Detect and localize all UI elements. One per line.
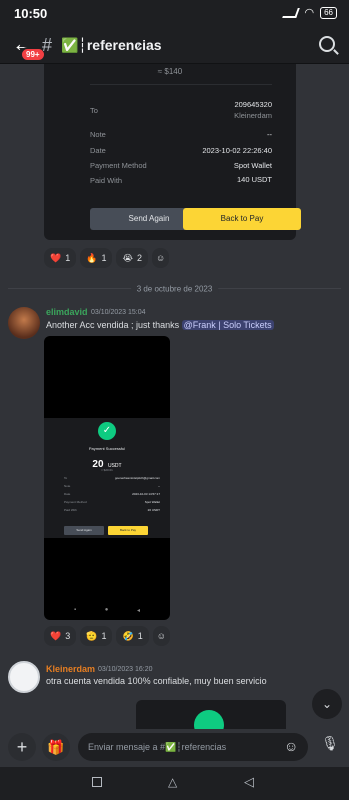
recent-apps-icon: ▪ [74,607,77,613]
status-icons: ◠ 66 [282,6,337,19]
message-list[interactable]: ≈ $140 To 209645320 Kleinerdam Note -- Da… [0,64,349,729]
channel-header: ← 99+ # ✅┆referencias › [0,26,349,64]
channel-title[interactable]: ✅┆referencias [61,37,162,54]
reaction-fire[interactable]: 🔥 1 [80,248,113,268]
reaction-crying[interactable]: 😭 2 [116,248,149,268]
reaction-rofl[interactable]: 🤣 1 [116,626,149,646]
composer: + 🎁 Enviar mensaje a #✅┆referencias ☺ 🎙 [0,729,349,767]
receipt-row-method: Payment Method Spot Wallet [90,161,272,170]
receipt-row-paid: Paid With 140 USDT [90,175,272,185]
receipt-image-bottom[interactable] [136,700,286,729]
gift-icon: 🎁 [47,739,65,755]
plus-icon: + [16,737,28,757]
signal-icon [282,7,301,18]
add-reaction-icon: ☺ [156,253,166,263]
message-input[interactable]: Enviar mensaje a #✅┆referencias [78,733,308,761]
receipt-approx: ≈ $20.01 [101,468,113,472]
reaction-salute[interactable]: 🫡 1 [80,626,113,646]
receipt-divider [90,84,272,85]
checkmark-icon [194,710,224,729]
avatar[interactable] [8,661,40,693]
phone-navbar: ▪ ● ◂ [74,607,140,614]
plus-button[interactable]: + [8,733,36,761]
wifi-icon: ◠ [304,7,315,19]
status-bar: 10:50 ◠ 66 [0,0,349,26]
back-icon: ◂ [136,608,140,614]
add-reaction-icon: ☺ [156,631,166,641]
receipt-title: Payment Successful [88,446,126,451]
home-icon: ● [104,607,109,613]
message-text: Another Acc vendida ; just thanks @Frank… [46,320,274,330]
search-icon[interactable] [319,36,335,52]
status-time: 10:50 [14,6,48,21]
reactions-row: ❤️ 3 🫡 1 🤣 1 ☺ [44,626,170,646]
recent-apps-icon[interactable] [92,777,102,787]
receipt-amount-approx: ≈ $140 [157,67,183,76]
timestamp: 03/10/2023 15:04 [91,309,146,316]
receipt-row-to: To 209645320 Kleinerdam [90,100,272,120]
back-to-pay-button: Back to Pay [183,208,301,230]
reaction-heart[interactable]: ❤️ 3 [44,626,77,646]
date-divider: 3 de octubre de 2023 [8,284,341,294]
reactions-row: ❤️ 1 🔥 1 😭 2 ☺ [44,248,170,268]
battery-icon: 66 [320,6,337,19]
send-again-button-small: Send Again [64,526,104,535]
receipt-rows: To goonerhasministpitch@gmail.com Note -- … [64,476,160,512]
avatar[interactable] [8,307,40,339]
home-icon[interactable]: △ [168,775,177,789]
mention[interactable]: @Frank | Solo Tickets [181,320,274,330]
receipt-row-date: Date 2023-10-02 22:26:40 [90,146,272,155]
receipt-row-note: Note -- [90,130,272,139]
receipt-image-top[interactable]: ≈ $140 To 209645320 Kleinerdam Note -- Da… [44,64,301,240]
receipt-image-small[interactable]: ✓ Payment Successful 20 USDT ≈ $20.01 To… [44,336,170,620]
chevron-right-icon[interactable]: › [136,36,141,52]
system-navbar: △ ◁ [0,767,349,800]
receipt-panel: ✓ Payment Successful 20 USDT ≈ $20.01 To… [44,418,170,538]
reaction-heart[interactable]: ❤️ 1 [44,248,77,268]
microphone-icon[interactable]: 🎙 [321,735,339,752]
back-to-pay-button-small: Back to Pay [108,526,148,535]
gift-button[interactable]: 🎁 [42,733,70,761]
add-reaction-button[interactable]: ☺ [152,626,170,646]
add-reaction-button[interactable]: ☺ [152,248,170,268]
jump-to-bottom-button[interactable]: ⌄ [312,689,342,719]
message-text: otra cuenta vendida 100% confiable, muy … [46,676,267,686]
username[interactable]: Kleinerdam [46,664,95,674]
checkmark-icon: ✓ [98,422,116,440]
chevron-down-icon: ⌄ [321,697,333,711]
back-icon[interactable]: ◁ [244,774,254,790]
username[interactable]: elimdavid [46,307,88,317]
timestamp: 03/10/2023 16:20 [98,666,153,673]
channel-hash-icon: # [42,35,53,55]
emoji-icon[interactable]: ☺ [284,738,298,754]
